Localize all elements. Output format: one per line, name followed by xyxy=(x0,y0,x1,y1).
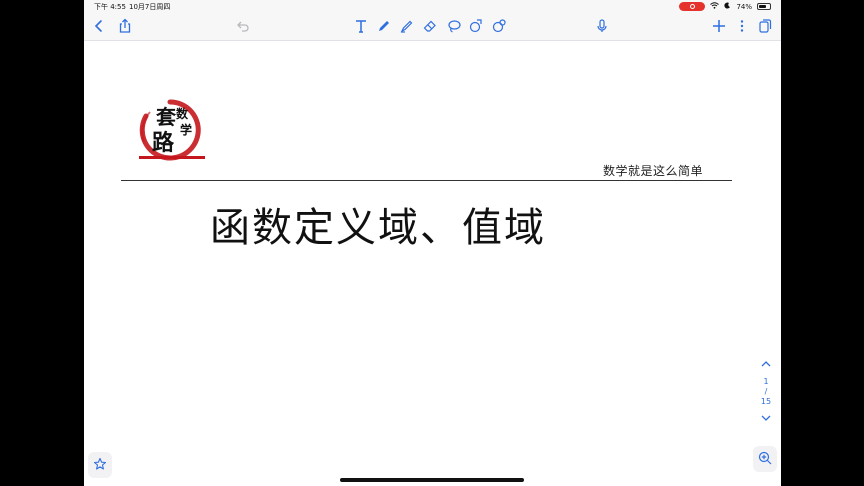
lasso-icon[interactable] xyxy=(445,17,463,35)
status-time: 下午 4:55 xyxy=(94,3,126,11)
svg-text:数: 数 xyxy=(176,106,189,121)
toolbar xyxy=(84,13,781,41)
eraser-icon[interactable] xyxy=(421,17,439,35)
favorite-button[interactable] xyxy=(88,452,112,478)
highlighter-icon[interactable] xyxy=(398,17,416,35)
zoom-in-icon xyxy=(758,450,772,469)
battery-percent: 74% xyxy=(736,2,752,11)
page-separator: / xyxy=(764,387,768,396)
microphone-icon[interactable] xyxy=(593,17,611,35)
header-divider xyxy=(121,180,732,181)
status-right: 74% xyxy=(679,2,771,11)
document-page[interactable]: 套 数 学 路 数学就是这么简单 函数定义域、值域 1 / 15 xyxy=(84,41,781,486)
page-indicator: 1 / 15 xyxy=(759,359,773,423)
total-pages: 15 xyxy=(760,397,772,406)
more-icon[interactable] xyxy=(733,17,751,35)
page-up-icon[interactable] xyxy=(760,359,772,369)
screen-recording-icon[interactable] xyxy=(679,2,706,11)
pages-icon[interactable] xyxy=(756,17,774,35)
page-down-icon[interactable] xyxy=(760,413,772,423)
undo-icon[interactable] xyxy=(234,17,252,35)
home-indicator[interactable] xyxy=(340,478,524,482)
pen-icon[interactable] xyxy=(375,17,393,35)
share-icon[interactable] xyxy=(116,17,134,35)
text-tool-icon[interactable] xyxy=(352,17,370,35)
zoom-button[interactable] xyxy=(753,446,777,472)
page-title: 函数定义域、值域 xyxy=(210,205,546,251)
status-date: 10月7日周四 xyxy=(129,3,171,11)
shape-icon[interactable] xyxy=(467,17,485,35)
status-bar: 下午 4:55 10月7日周四 74% xyxy=(84,0,781,13)
svg-text:学: 学 xyxy=(180,122,192,137)
moon-icon xyxy=(724,2,731,11)
current-page: 1 xyxy=(763,377,769,386)
image-tool-icon[interactable] xyxy=(490,17,508,35)
svg-text:套: 套 xyxy=(156,105,176,129)
back-icon[interactable] xyxy=(90,17,108,35)
svg-text:路: 路 xyxy=(152,130,175,156)
slogan-text: 数学就是这么简单 xyxy=(603,164,704,178)
battery-icon xyxy=(757,3,771,10)
star-icon xyxy=(93,456,107,475)
ipad-screen: 下午 4:55 10月7日周四 74% 套 数 学 路 数学就是这么简单 函数定… xyxy=(84,0,781,486)
brand-logo: 套 数 学 路 xyxy=(134,96,206,168)
add-icon[interactable] xyxy=(710,17,728,35)
wifi-icon xyxy=(710,2,720,11)
